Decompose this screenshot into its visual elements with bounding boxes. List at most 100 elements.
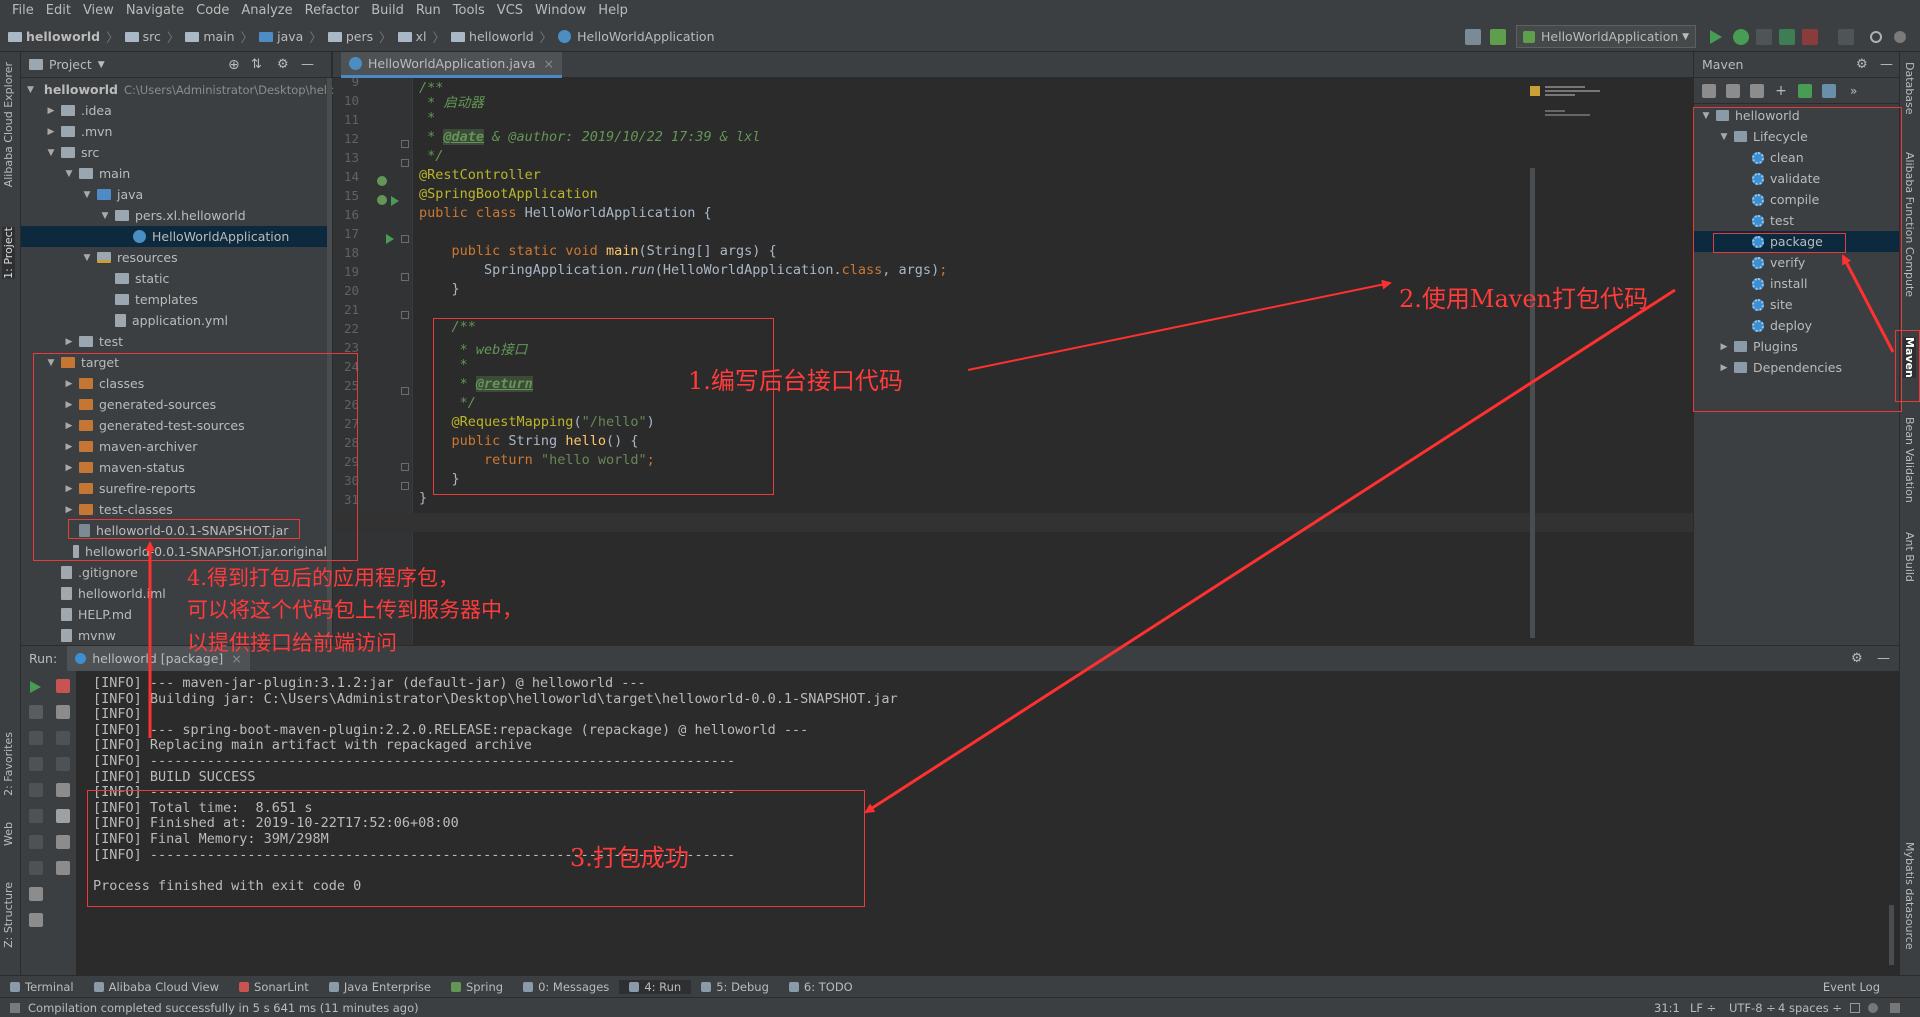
inspector-icon[interactable] [1868, 1002, 1878, 1013]
breadcrumb-item[interactable]: helloworld [8, 29, 100, 44]
chevron-right-icon[interactable]: ▶ [63, 337, 75, 347]
collapse-icon[interactable]: ⇅ [251, 57, 262, 72]
fold-icon[interactable] [401, 482, 409, 490]
locate-icon[interactable]: ⊕ [228, 57, 240, 73]
tool-tab-spring[interactable]: Spring [441, 980, 513, 994]
project-tree-node[interactable]: HelloWorldApplication [21, 226, 327, 247]
chevron-down-icon[interactable]: ▼ [27, 85, 34, 95]
inspection-status-icon[interactable] [1530, 86, 1540, 96]
menu-item-navigate[interactable]: Navigate [120, 0, 190, 22]
mybatis-datasource-tab[interactable]: Mybatis datasource [1903, 842, 1916, 950]
edit-config-icon[interactable] [56, 679, 70, 693]
toggle-icon[interactable] [29, 705, 43, 719]
layout-icon[interactable] [29, 887, 43, 901]
stop-icon[interactable] [1838, 29, 1854, 45]
run-maven-icon[interactable] [1798, 84, 1812, 98]
structure-tool-tab[interactable]: Z: Structure [2, 882, 15, 948]
fold-icon[interactable] [401, 140, 409, 148]
hide-icon[interactable]: — [1880, 57, 1893, 72]
menu-item-code[interactable]: Code [190, 0, 235, 22]
menu-item-edit[interactable]: Edit [40, 0, 77, 22]
breadcrumb-item[interactable]: 〉 main [161, 27, 235, 46]
database-tool-tab[interactable]: Database [1903, 62, 1916, 115]
exit-icon[interactable] [29, 861, 43, 875]
file-encoding[interactable]: UTF-8 ÷ [1729, 1001, 1776, 1015]
menu-item-window[interactable]: Window [529, 0, 592, 22]
project-tree-node[interactable]: application.yml [21, 310, 327, 331]
alibaba-function-compute-tab[interactable]: Alibaba Function Compute [1903, 152, 1916, 297]
menu-item-help[interactable]: Help [592, 0, 634, 22]
project-tree-node[interactable]: static [21, 268, 327, 289]
fold-icon[interactable] [401, 311, 409, 319]
print-icon[interactable] [56, 835, 70, 849]
menu-item-view[interactable]: View [77, 0, 120, 22]
settings-icon[interactable] [1894, 31, 1906, 43]
tool-tab-debug[interactable]: 5: Debug [691, 980, 779, 994]
project-tree-node[interactable]: templates [21, 289, 327, 310]
line-separator[interactable]: LF ÷ [1690, 1001, 1716, 1015]
tool-tab-todo[interactable]: 6: TODO [779, 980, 863, 994]
pause-output-icon[interactable] [29, 783, 43, 797]
favorites-tool-tab[interactable]: 2: Favorites [2, 732, 15, 796]
fold-icon[interactable] [401, 387, 409, 395]
gear-icon[interactable]: ⚙ [277, 57, 289, 72]
console-scrollbar[interactable] [1889, 905, 1894, 965]
profile-icon[interactable] [1779, 29, 1795, 45]
memory-icon[interactable] [1890, 1002, 1900, 1013]
tool-tab-java-enterprise[interactable]: Java Enterprise [319, 980, 441, 994]
chevron-right-icon[interactable]: ▶ [45, 127, 57, 137]
event-log-button[interactable]: Event Log [1813, 980, 1890, 994]
coverage-icon[interactable] [1756, 29, 1772, 45]
bean-validation-tab[interactable]: Bean Validation [1903, 417, 1916, 503]
build-hammer-icon[interactable] [1490, 29, 1506, 45]
web-tool-tab[interactable]: Web [2, 822, 15, 846]
chevron-down-icon[interactable]: ▼ [63, 169, 75, 179]
chevron-down-icon[interactable]: ▼ [98, 60, 105, 70]
indent-setting[interactable]: 4 spaces ÷ [1778, 1001, 1842, 1015]
run-gutter-icon[interactable] [391, 196, 399, 206]
menu-item-run[interactable]: Run [410, 0, 447, 22]
reload-icon[interactable] [1702, 84, 1716, 98]
up-icon[interactable] [56, 731, 70, 745]
tool-tab-messages[interactable]: 0: Messages [513, 980, 619, 994]
chevron-down-icon[interactable]: ▼ [99, 211, 111, 221]
breadcrumb-item[interactable]: 〉 HelloWorldApplication [534, 27, 715, 46]
download-icon[interactable] [1750, 84, 1764, 98]
lock-icon[interactable] [1850, 1002, 1860, 1013]
project-tree-node[interactable]: ▼ helloworld C:\Users\Administrator\Deskto… [21, 79, 337, 100]
down-icon[interactable] [56, 757, 70, 771]
rerun-icon[interactable] [30, 681, 41, 693]
fold-icon[interactable] [401, 463, 409, 471]
ant-build-tab[interactable]: Ant Build [1903, 532, 1916, 582]
add-icon[interactable]: + [1774, 84, 1788, 98]
stop-icon[interactable] [29, 757, 43, 771]
project-tree-node[interactable]: ▶ test [21, 331, 327, 352]
project-tree-node[interactable]: ▼ src [21, 142, 327, 163]
gear-icon[interactable]: ⚙ [1856, 57, 1868, 72]
dump-threads-icon[interactable] [29, 809, 43, 823]
run-icon[interactable] [1710, 30, 1722, 44]
clear-icon[interactable] [56, 861, 70, 875]
hide-icon[interactable]: — [301, 57, 314, 72]
chevron-down-icon[interactable]: ▼ [81, 253, 93, 263]
breadcrumb-item[interactable]: 〉 helloworld [427, 27, 534, 46]
tool-tab-cloud[interactable]: Alibaba Cloud View [84, 980, 229, 994]
alibaba-cloud-explorer-tab[interactable]: Alibaba Cloud Explorer [2, 62, 15, 187]
chevron-right-icon[interactable]: ▶ [45, 106, 57, 116]
pin-icon[interactable] [29, 913, 43, 927]
fold-icon[interactable] [401, 235, 409, 243]
project-structure-icon[interactable] [1465, 29, 1481, 45]
project-tree-node[interactable]: ▼ main [21, 163, 327, 184]
run-gutter-icon[interactable] [386, 234, 394, 244]
fold-icon[interactable] [401, 273, 409, 281]
menu-item-refactor[interactable]: Refactor [299, 0, 366, 22]
editor-tab-helloworldapplication[interactable]: HelloWorldApplication.java × [341, 52, 562, 78]
spring-bean-icon[interactable] [377, 195, 387, 205]
menu-item-analyze[interactable]: Analyze [235, 0, 298, 22]
more-icon[interactable]: » [1850, 84, 1864, 98]
code-minimap[interactable] [1545, 78, 1605, 178]
soft-wrap-icon[interactable] [56, 783, 70, 797]
project-tool-tab[interactable]: 1: Project [2, 227, 15, 279]
scroll-end-icon[interactable] [56, 809, 70, 823]
project-tree-node[interactable]: ▼ java [21, 184, 327, 205]
